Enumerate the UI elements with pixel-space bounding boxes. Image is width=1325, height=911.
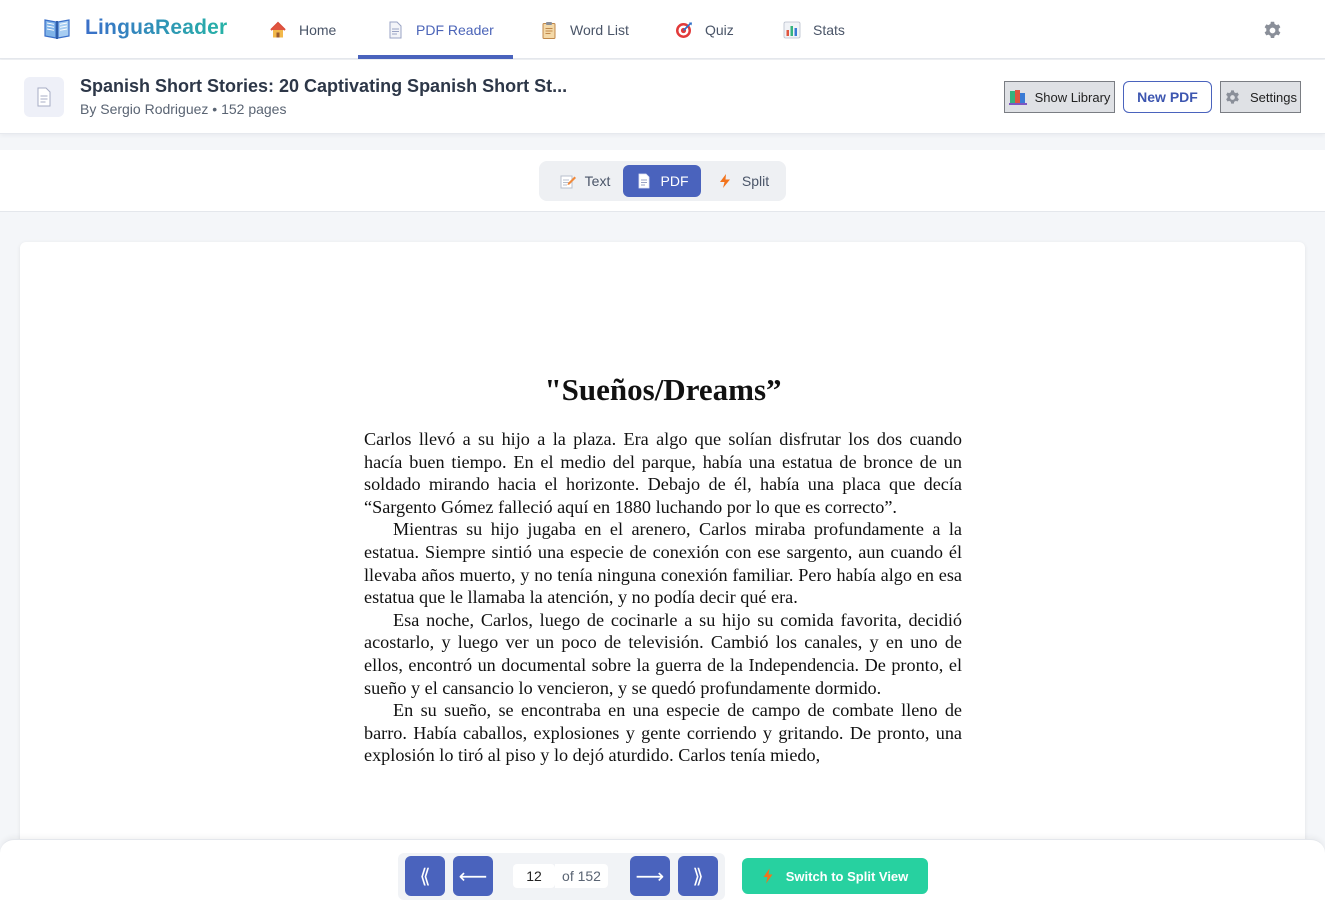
tab-word-list[interactable]: Word List [540, 0, 640, 59]
gear-icon[interactable] [1262, 20, 1283, 41]
tab-pdf-reader[interactable]: PDF Reader [358, 0, 513, 59]
new-pdf-button[interactable]: New PDF [1123, 81, 1212, 113]
tab-home[interactable]: Home [269, 0, 339, 59]
books-icon [1008, 90, 1027, 105]
pdf-page-content: "Sueños/Dreams” Carlos llevó a su hijo a… [364, 372, 962, 767]
switch-split-view-button[interactable]: Switch to Split View [742, 858, 928, 894]
lightning-icon [763, 868, 773, 884]
document-icon [638, 173, 649, 189]
tab-word-list-label: Word List [570, 21, 629, 38]
tab-quiz[interactable]: Quiz [675, 0, 745, 59]
top-nav: LinguaReader Home PDF Reader Word List Q… [0, 0, 1325, 59]
document-thumbnail [24, 77, 64, 117]
document-header: Spanish Short Stories: 20 Captivating Sp… [0, 60, 1325, 134]
view-mode-toggle: Text PDF Split [539, 161, 786, 201]
document-icon [37, 87, 51, 107]
story-title: "Sueños/Dreams” [544, 372, 782, 407]
paragraph: En su sueño, se encontraba en una especi… [364, 700, 962, 766]
show-library-button[interactable]: Show Library [1004, 81, 1115, 113]
house-icon [270, 21, 286, 37]
mode-text-label: Text [584, 173, 611, 189]
next-page-button[interactable]: ⟶ [630, 856, 670, 896]
target-icon [676, 21, 692, 38]
show-library-label: Show Library [1034, 89, 1111, 105]
paragraph: Mientras su hijo jugaba en el arenero, C… [364, 519, 962, 608]
mode-pdf-button[interactable]: PDF [623, 165, 701, 197]
page-count-label: of 152 [555, 864, 608, 888]
paragraph: Carlos llevó a su hijo a la plaza. Era a… [364, 429, 962, 517]
settings-button[interactable]: Settings [1220, 81, 1301, 113]
tab-stats-label: Stats [813, 21, 845, 38]
tab-stats[interactable]: Stats [783, 0, 853, 59]
lightning-icon [719, 174, 730, 188]
first-page-button[interactable]: ⟪ [405, 856, 445, 896]
pdf-viewer[interactable]: "Sueños/Dreams” Carlos llevó a su hijo a… [20, 242, 1305, 911]
last-page-button[interactable]: ⟫ [678, 856, 718, 896]
paragraph: Esa noche, Carlos, luego de cocinarle a … [364, 609, 962, 698]
tab-home-label: Home [299, 21, 337, 38]
gear-icon [1226, 89, 1239, 104]
document-meta: By Sergio Rodriguez • 152 pages [80, 101, 287, 117]
clipboard-icon [542, 21, 556, 39]
open-book-icon [44, 19, 70, 39]
brand[interactable]: LinguaReader [44, 16, 227, 40]
view-mode-bar: Text PDF Split [0, 150, 1325, 212]
page-number-input[interactable] [513, 864, 555, 888]
switch-split-view-label: Switch to Split View [785, 868, 909, 884]
mode-split-button[interactable]: Split [705, 165, 781, 197]
mode-pdf-label: PDF [660, 173, 689, 189]
tab-pdf-reader-label: PDF Reader [416, 21, 494, 38]
document-title: Spanish Short Stories: 20 Captivating Sp… [80, 76, 568, 96]
page-navigation: ⟪ ⟵ of 152 ⟶ ⟫ Switch to Split View [0, 839, 1325, 911]
previous-page-button[interactable]: ⟵ [453, 856, 493, 896]
bar-chart-icon [783, 21, 801, 38]
settings-label: Settings [1250, 89, 1297, 105]
mode-split-label: Split [741, 173, 770, 189]
document-icon [389, 21, 402, 38]
tab-quiz-label: Quiz [705, 21, 734, 38]
pencil-memo-icon [560, 175, 576, 189]
app-name: LinguaReader [85, 16, 228, 39]
mode-text-button[interactable]: Text [547, 165, 623, 197]
